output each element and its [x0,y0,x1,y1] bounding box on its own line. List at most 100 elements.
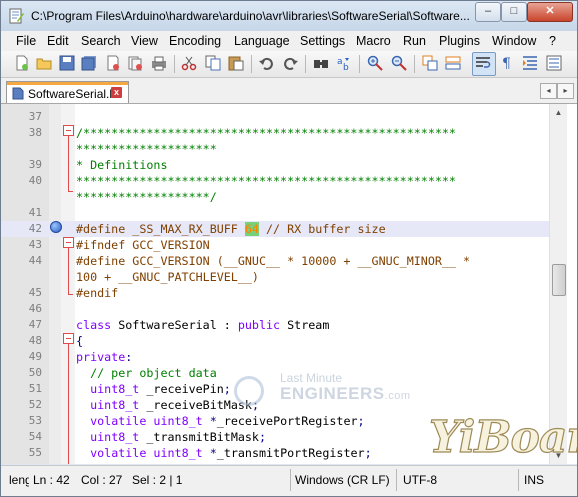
sync-vertical-icon[interactable] [422,55,438,71]
save-all-icon[interactable] [81,55,97,71]
sync-horizontal-icon[interactable] [445,55,461,71]
fold-guide [68,339,69,464]
menu-plugins[interactable]: Plugins [439,34,480,48]
line-number: 54 [28,430,42,443]
menu-view[interactable]: View [131,34,158,48]
code-line[interactable]: 47 class SoftwareSerial : public Stream [1,317,549,333]
scrollbar-thumb[interactable] [552,264,566,296]
menu-macro[interactable]: Macro [356,34,391,48]
maximize-button[interactable]: □ [501,2,527,22]
code-token: _receivePortRegister [216,414,358,428]
status-separator [396,469,397,491]
code-line[interactable]: 37 [1,109,549,125]
new-file-icon[interactable] [14,55,30,71]
code-line[interactable]: 40 **************************************… [1,173,549,189]
status-encoding: UTF-8 [403,473,437,487]
code-token: SoftwareSerial : [111,318,238,332]
watermark-main-text: ENGINEERS.com [280,384,410,404]
scroll-up-arrow-icon[interactable]: ▲ [553,107,564,118]
code-token: { [76,334,84,348]
fold-end-marker [68,294,73,295]
code-token: ; [364,446,372,460]
paste-icon[interactable] [228,55,244,71]
tab-scroll-left-button[interactable]: ◂ [540,83,557,99]
status-separator [290,469,291,491]
code-text: #ifndef GCC_VERSION [76,237,210,253]
notepadpp-app-icon [9,8,24,24]
zoom-out-icon[interactable] [391,55,407,71]
menu-window[interactable]: Window [492,34,536,48]
menu-settings[interactable]: Settings [300,34,345,48]
code-text: class SoftwareSerial : public Stream [76,317,329,333]
bookmark-icon[interactable] [50,221,62,233]
cut-icon[interactable] [181,55,197,71]
code-token: _receivePin [139,382,224,396]
menu-language[interactable]: Language [234,34,290,48]
word-wrap-icon[interactable] [475,55,491,71]
copy-icon[interactable] [205,55,221,71]
code-token: ****************************************… [76,174,456,188]
watermark: Last Minute ENGINEERS.com [234,371,410,414]
code-line[interactable]: 46 [1,301,549,317]
zoom-in-icon[interactable] [367,55,383,71]
close-icon[interactable] [105,55,121,71]
indent-guide-icon[interactable] [522,55,538,71]
code-line[interactable]: ******************** [1,141,549,157]
svg-text:b: b [343,63,349,71]
code-line[interactable]: 48 { [1,333,549,349]
menu-encoding[interactable]: Encoding [169,34,221,48]
code-line[interactable]: 45 #endif [1,285,549,301]
close-button[interactable]: ✕ [527,2,573,22]
code-token: ; [357,414,365,428]
menu-run[interactable]: Run [403,34,426,48]
code-token: *******************/ [76,190,217,204]
menu-search[interactable]: Search [81,34,121,48]
toolbar-separator [251,55,252,73]
replace-icon[interactable]: ab [336,55,352,71]
code-line[interactable]: 38 /*************************************… [1,125,549,141]
status-bar: leng Ln : 42 Col : 27 Sel : 2 | 1 Window… [1,465,577,496]
menu-edit[interactable]: Edit [47,34,69,48]
menu-help[interactable]: ? [549,34,556,48]
status-column: Col : 27 [81,473,123,487]
menu-file[interactable]: File [16,34,36,48]
minimize-button[interactable]: – [475,2,501,22]
fold-toggle-icon[interactable] [63,237,74,248]
code-text: /***************************************… [76,125,456,141]
code-text: ******************** [76,141,217,157]
undo-icon[interactable] [259,55,275,71]
find-icon[interactable] [313,55,329,71]
line-number: 53 [28,414,42,427]
code-line[interactable]: *******************/ [1,189,549,205]
code-line[interactable]: 43 #ifndef GCC_VERSION [1,237,549,253]
fold-toggle-icon[interactable] [63,125,74,136]
code-token: #define GCC_VERSION (__GNUC__ * 10000 + … [76,254,471,268]
code-line[interactable]: 39 * Definitions [1,157,549,173]
line-number: 38 [28,126,42,139]
open-file-icon[interactable] [36,55,52,71]
code-line[interactable]: 100 + __GNUC_PATCHLEVEL__) [1,269,549,285]
fold-guide [68,131,69,191]
code-text: volatile uint8_t *_receivePortRegister; [76,413,365,429]
code-line[interactable]: 41 [1,205,549,221]
code-token: 100 + __GNUC_PATCHLEVEL__) [76,270,259,284]
close-all-icon[interactable] [127,55,143,71]
print-icon[interactable] [151,55,167,71]
redo-icon[interactable] [282,55,298,71]
save-icon[interactable] [59,55,75,71]
tab-scroll-right-button[interactable]: ▸ [557,83,574,99]
status-separator [518,469,519,491]
fold-toggle-icon[interactable] [63,333,74,344]
code-line[interactable]: 49 private: [1,349,549,365]
code-token: uint8_t [153,414,203,428]
show-all-chars-icon[interactable]: ¶ [499,55,515,71]
line-number: 37 [28,110,42,123]
title-bar[interactable]: C:\Program Files\Arduino\hardware\arduin… [1,1,577,31]
tab-close-button[interactable]: x [111,87,122,98]
code-line[interactable]: 42 #define _SS_MAX_RX_BUFF 64 // RX buffe… [1,221,549,237]
toolbar-separator [359,55,360,73]
tab-softwareserial-h[interactable]: SoftwareSerial.h x [6,81,129,103]
function-list-icon[interactable] [546,55,562,71]
code-line[interactable]: 44 #define GCC_VERSION (__GNUC__ * 10000 … [1,253,549,269]
